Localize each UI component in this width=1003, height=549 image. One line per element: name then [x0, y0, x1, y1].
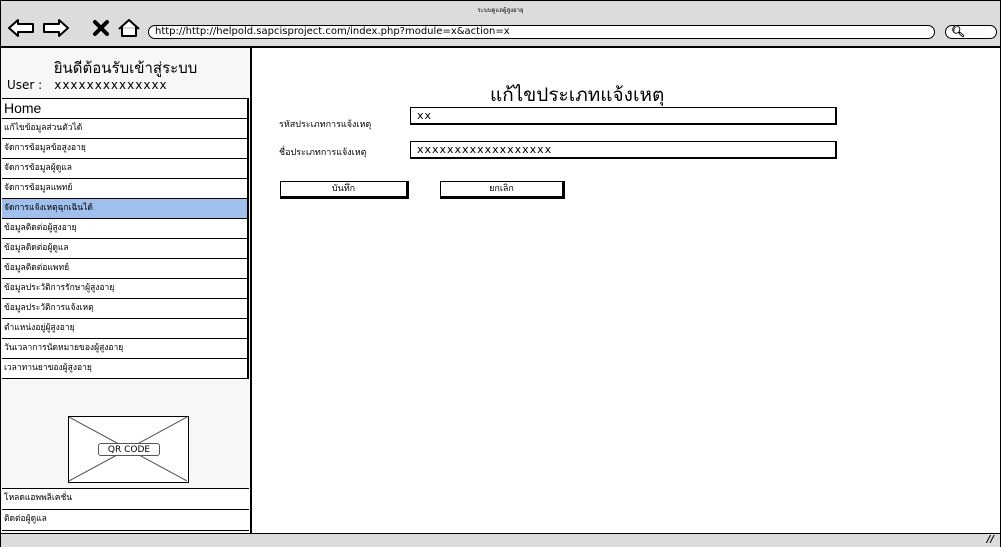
sidebar-item-edit-profile[interactable]: แก้ไขข้อมูลส่วนตัวได้ — [2, 119, 249, 139]
user-label: User : — [7, 78, 43, 92]
search-icon: 🔍︎ — [951, 25, 965, 38]
incident-type-code-field[interactable]: xx — [410, 107, 837, 125]
status-bar: // — [1, 533, 1000, 547]
sidebar-item-manage-emergency[interactable]: จัดการแจ้งเหตุฉุกเฉินได้ — [2, 199, 249, 219]
sidebar-menu: Home แก้ไขข้อมูลส่วนตัวได้ จัดการข้อมูลข… — [2, 98, 249, 379]
sidebar-item-home[interactable]: Home — [2, 99, 249, 119]
browser-toolbar: ระบบดูแลผู้สูงอายุ http://http://helpold… — [1, 1, 1000, 48]
sidebar: ยินดีต้อนรับเข้าสู่ระบบ User : xxxxxxxxxx… — [1, 48, 252, 533]
home-icon[interactable] — [116, 17, 142, 39]
close-x-icon[interactable] — [91, 17, 111, 39]
sidebar-item-incident-history[interactable]: ข้อมูลประวัติการแจ้งเหตุ — [2, 299, 249, 319]
browser-search-field[interactable]: 🔍︎ — [945, 25, 997, 39]
sidebar-item-contact-caregiver[interactable]: ข้อมูลติดต่อผู้ดูแล — [2, 239, 249, 259]
sidebar-item-manage-elderly[interactable]: จัดการข้อมูลข้อสูงอายุ — [2, 139, 249, 159]
page-title: แก้ไขประเภทแจ้งเหตุ — [490, 84, 665, 106]
sidebar-item-contact-doctor[interactable]: ข้อมูลติดต่อแพทย์ — [2, 259, 249, 279]
sidebar-item-treatment-history[interactable]: ข้อมูลประวัติการรักษาผู้สูงอายุ — [2, 279, 249, 299]
window-title: ระบบดูแลผู้สูงอายุ — [477, 7, 524, 14]
sidebar-item-manage-doctor[interactable]: จัดการข้อมูลแพทย์ — [2, 179, 249, 199]
main-content: แก้ไขประเภทแจ้งเหตุ รหัสประเภทการแจ้งเหต… — [252, 48, 1000, 533]
sidebar-item-download-app[interactable]: โหลดแอพพลิเคชั่น — [2, 489, 249, 510]
cancel-button[interactable]: ยกเลิก — [440, 181, 565, 199]
incident-type-name-label: ชื่อประเภทการแจ้งเหตุ — [279, 148, 367, 158]
incident-type-code-label: รหัสประเภทการแจ้งเหตุ — [279, 120, 372, 130]
qr-code-label: QR CODE — [98, 443, 160, 456]
user-value: xxxxxxxxxxxxxx — [54, 78, 168, 92]
welcome-text: ยินดีต้อนรับเข้าสู่ระบบ — [53, 59, 198, 77]
sidebar-item-appointments[interactable]: วันเวลาการนัดหมายของผู้สูงอายุ — [2, 339, 249, 359]
sidebar-item-elderly-location[interactable]: ตำแหน่งอยู่ผู้สูงอายุ — [2, 319, 249, 339]
qr-code-image: QR CODE — [68, 416, 189, 483]
resize-grip-icon[interactable]: // — [987, 534, 994, 546]
sidebar-item-contact-admin[interactable]: ติดต่อผู้ดูแล — [2, 510, 249, 531]
url-input[interactable]: http://http://helpold.sapcisproject.com/… — [148, 25, 935, 39]
back-arrow-icon[interactable] — [6, 17, 36, 39]
incident-type-name-field[interactable]: xxxxxxxxxxxxxxxxxx — [410, 141, 837, 159]
sidebar-item-medication-time[interactable]: เวลาทานยาของผู้สูงอายุ — [2, 359, 249, 379]
sidebar-item-manage-caregiver[interactable]: จัดการข้อมูลผู้ดูแล — [2, 159, 249, 179]
user-info: User : xxxxxxxxxxxxxx — [7, 78, 168, 92]
sidebar-bottom-links: โหลดแอพพลิเคชั่น ติดต่อผู้ดูแล — [2, 488, 249, 531]
save-button[interactable]: บันทึก — [280, 181, 409, 199]
sidebar-item-contact-elderly[interactable]: ข้อมูลติดต่อผู้สูงอายุ — [2, 219, 249, 239]
forward-arrow-icon[interactable] — [41, 17, 71, 39]
